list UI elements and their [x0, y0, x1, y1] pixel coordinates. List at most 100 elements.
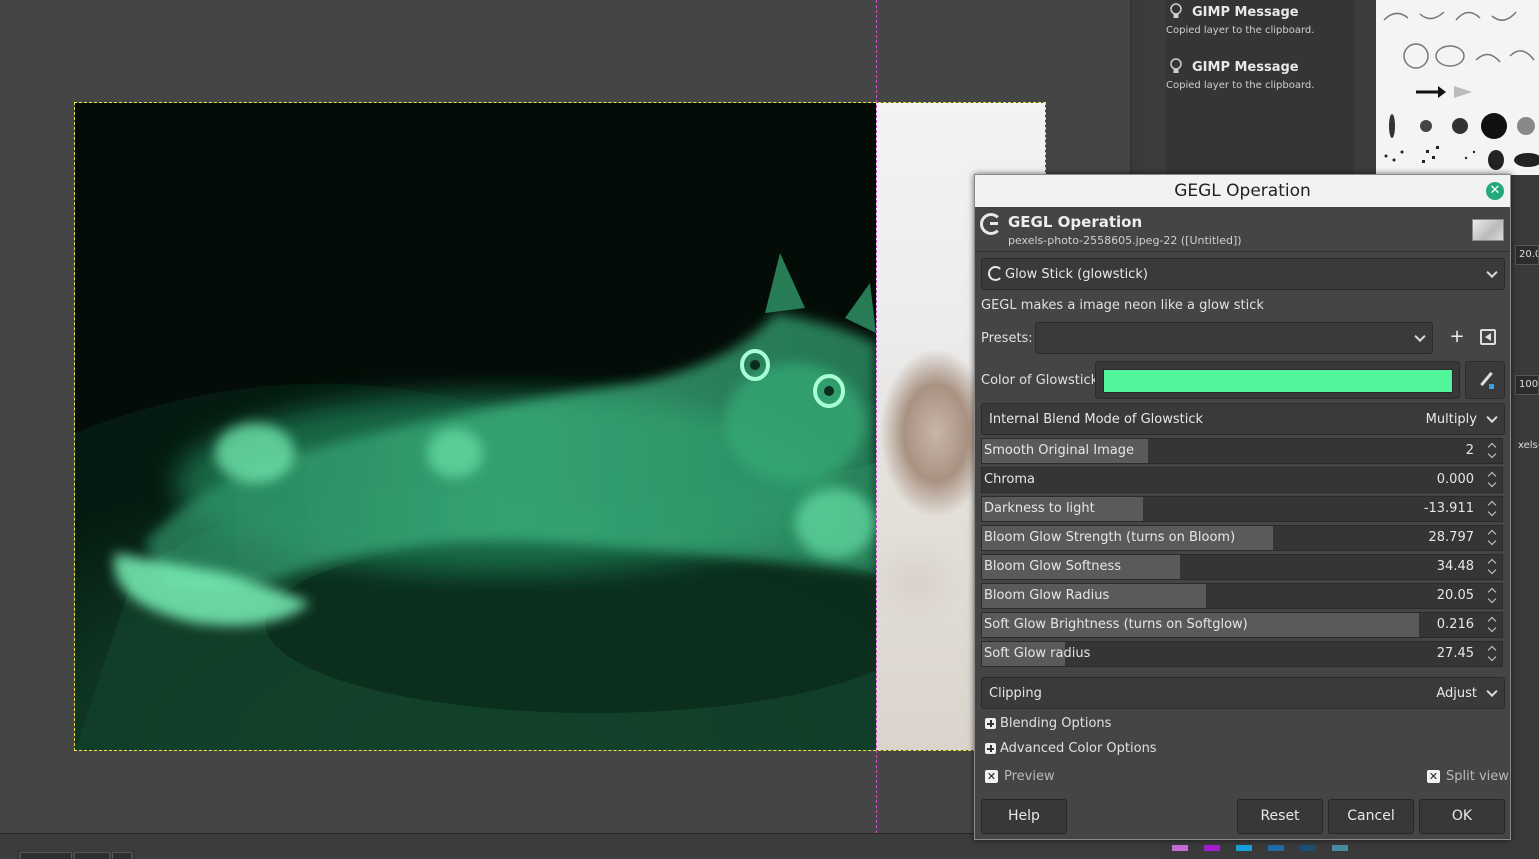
blend-mode-value: Multiply	[1425, 412, 1477, 427]
clipping-value: Adjust	[1436, 686, 1477, 701]
gegl-logo-icon	[980, 213, 1002, 235]
spin-down-icon[interactable]	[1487, 565, 1497, 575]
blend-mode-dropdown[interactable]: Internal Blend Mode of Glowstick Multipl…	[981, 403, 1505, 435]
presets-dropdown[interactable]	[1035, 322, 1433, 354]
slider-label: Soft Glow radius	[984, 646, 1091, 661]
slider-label: Darkness to light	[984, 501, 1095, 516]
slider-value[interactable]: 28.797	[1429, 530, 1475, 545]
brush-thumbnails-icon	[1383, 11, 1539, 170]
color-picker-icon[interactable]	[1465, 361, 1505, 399]
layer-name-fragment: xels-p	[1518, 440, 1539, 451]
slider-value[interactable]: 27.45	[1437, 646, 1474, 661]
message-title: GIMP Message	[1192, 5, 1299, 20]
slider-value[interactable]: 0.216	[1437, 617, 1474, 632]
slider-value[interactable]: 34.48	[1437, 559, 1474, 574]
color-tag[interactable]	[1236, 845, 1252, 851]
split-view-guide[interactable]	[876, 0, 877, 833]
spin-buttons[interactable]	[1484, 468, 1502, 492]
spin-buttons[interactable]	[1484, 497, 1502, 521]
spin-buttons[interactable]	[1484, 555, 1502, 579]
slider-value[interactable]: 2	[1466, 443, 1474, 458]
clipping-label: Clipping	[989, 686, 1042, 701]
lightbulb-icon	[1170, 58, 1182, 73]
slider-bloom-glow-radius[interactable]: Bloom Glow Radius 20.05	[981, 583, 1503, 609]
spin-buttons[interactable]	[1484, 439, 1502, 463]
window-title: GEGL Operation	[1174, 181, 1311, 201]
spin-down-icon[interactable]	[1487, 478, 1497, 488]
status-tab[interactable]	[74, 852, 110, 859]
checkbox-checked-icon: ✕	[1427, 770, 1440, 783]
slider-value[interactable]: -13.911	[1424, 501, 1474, 516]
glowstick-preview-half	[75, 103, 925, 750]
spin-down-icon[interactable]	[1487, 449, 1497, 459]
color-tag[interactable]	[1300, 845, 1316, 851]
lightbulb-icon	[1170, 3, 1182, 18]
color-tag[interactable]	[1204, 845, 1220, 851]
slider-soft-glow-radius[interactable]: Soft Glow radius 27.45	[981, 641, 1503, 667]
slider-smooth-original-image[interactable]: Smooth Original Image 2	[981, 438, 1503, 464]
header-title: GEGL Operation	[1008, 213, 1143, 231]
spin-buttons[interactable]	[1484, 613, 1502, 637]
blend-mode-label: Internal Blend Mode of Glowstick	[989, 412, 1204, 427]
slider-label: Soft Glow Brightness (turns on Softglow)	[984, 617, 1248, 632]
spin-down-icon[interactable]	[1487, 536, 1497, 546]
spin-down-icon[interactable]	[1487, 652, 1497, 662]
preview-label: Preview	[1004, 769, 1055, 784]
slider-soft-glow-brightness-turns-on-softglow[interactable]: Soft Glow Brightness (turns on Softglow)…	[981, 612, 1503, 638]
brushes-panel[interactable]	[1376, 0, 1539, 175]
slider-label: Smooth Original Image	[984, 443, 1135, 458]
value-field[interactable]: 100.0	[1515, 375, 1539, 395]
color-tag[interactable]	[1268, 845, 1284, 851]
checkbox-checked-icon: ✕	[985, 770, 998, 783]
slider-chroma[interactable]: Chroma 0.000	[981, 467, 1503, 493]
slider-value[interactable]: 0.000	[1437, 472, 1474, 487]
gegl-dialog: GEGL Operation ✕ GEGL Operation pexels-p…	[974, 174, 1511, 840]
preset-menu-icon[interactable]	[1480, 329, 1496, 345]
expander-label: Advanced Color Options	[1000, 741, 1157, 756]
message-text: Copied layer to the clipboard.	[1166, 80, 1315, 91]
color-tag[interactable]	[1172, 845, 1188, 851]
color-button[interactable]	[1095, 361, 1460, 399]
help-button[interactable]: Help	[981, 799, 1067, 834]
slider-bloom-glow-softness[interactable]: Bloom Glow Softness 34.48	[981, 554, 1503, 580]
spin-buttons[interactable]	[1484, 584, 1502, 608]
image-thumbnail	[1472, 219, 1504, 241]
operation-value: Glow Stick (glowstick)	[1005, 267, 1148, 282]
spin-down-icon[interactable]	[1487, 507, 1497, 517]
glowing-cat-image	[75, 103, 925, 750]
message-title: GIMP Message	[1192, 60, 1299, 75]
header-divider	[975, 251, 1510, 252]
dialog-header: GEGL Operation pexels-photo-2558605.jpeg…	[975, 207, 1510, 251]
spin-down-icon[interactable]	[1487, 623, 1497, 633]
expand-plus-icon	[985, 743, 996, 754]
color-label: Color of Glowstick	[981, 373, 1099, 388]
slider-bloom-glow-strength-turns-on-bloom[interactable]: Bloom Glow Strength (turns on Bloom) 28.7…	[981, 525, 1503, 551]
add-preset-icon[interactable]: +	[1447, 327, 1467, 347]
reset-button[interactable]: Reset	[1237, 799, 1323, 834]
spin-buttons[interactable]	[1484, 526, 1502, 550]
close-icon[interactable]: ✕	[1486, 182, 1504, 200]
color-swatch	[1103, 369, 1453, 393]
tool-options-strip: 20.0 100.0 xels-p	[1510, 175, 1539, 859]
clipping-dropdown[interactable]: Clipping Adjust	[981, 677, 1505, 709]
split-view-label: Split view	[1446, 769, 1509, 784]
color-tag[interactable]	[1332, 845, 1348, 851]
spin-buttons[interactable]	[1484, 642, 1502, 666]
chevron-down-icon	[1486, 266, 1498, 279]
ok-button[interactable]: OK	[1419, 799, 1505, 834]
status-tab[interactable]	[112, 852, 132, 859]
slider-label: Bloom Glow Radius	[984, 588, 1110, 603]
spin-down-icon[interactable]	[1487, 594, 1497, 604]
operation-dropdown[interactable]: Glow Stick (glowstick)	[981, 258, 1505, 290]
slider-label: Chroma	[984, 472, 1035, 487]
slider-label: Bloom Glow Strength (turns on Bloom)	[984, 530, 1236, 545]
status-tab[interactable]	[20, 852, 72, 859]
chevron-down-icon	[1486, 411, 1498, 424]
cancel-button[interactable]: Cancel	[1328, 799, 1414, 834]
value-field[interactable]: 20.0	[1515, 245, 1539, 265]
slider-value[interactable]: 20.05	[1437, 588, 1474, 603]
gegl-icon	[988, 266, 1003, 281]
image-canvas[interactable]	[0, 0, 1130, 833]
dialog-titlebar[interactable]: GEGL Operation ✕	[975, 175, 1510, 207]
slider-darkness-to-light[interactable]: Darkness to light -13.911	[981, 496, 1503, 522]
